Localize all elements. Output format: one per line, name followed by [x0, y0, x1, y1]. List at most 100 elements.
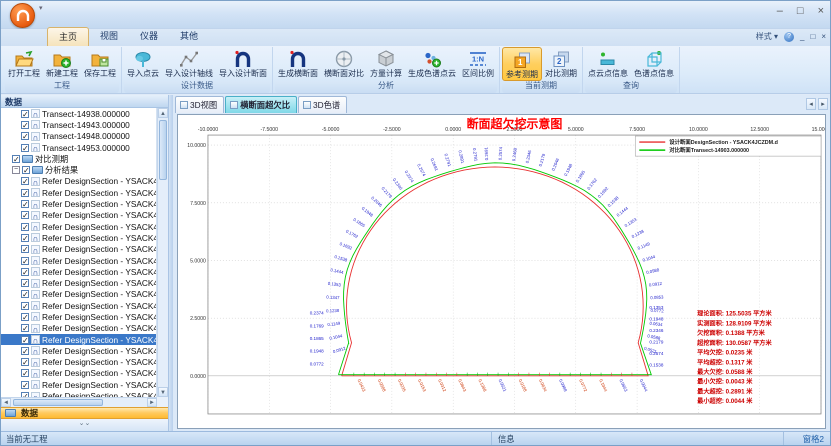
collapse-chevron-icon[interactable]: ⌄⌄	[79, 420, 91, 427]
tree-item[interactable]: ✓∩Refer DesignSection - YSACK4JCZDI	[1, 255, 156, 266]
ribbon-tab-3[interactable]: 仪器	[129, 27, 169, 46]
checkbox-checked-icon[interactable]: ✓	[21, 234, 29, 242]
checkbox-checked-icon[interactable]: ✓	[21, 223, 29, 231]
checkbox-checked-icon[interactable]: ✓	[21, 302, 29, 310]
tree-item[interactable]: ✓∩Refer DesignSection - YSACK4JCZDI	[1, 187, 156, 198]
checkbox-checked-icon[interactable]: ✓	[21, 290, 29, 298]
checkbox-checked-icon[interactable]: ✓	[21, 279, 29, 287]
ribbon-close-icon[interactable]: ×	[821, 32, 826, 41]
tree-item[interactable]: ✓对比测期	[1, 153, 156, 164]
tree-item[interactable]: ✓∩Transect-14953.000000	[1, 142, 156, 153]
maximize-button[interactable]: □	[797, 5, 804, 17]
tree-item[interactable]: ✓∩Refer DesignSection - YSACK4JCZDI	[1, 289, 156, 300]
checkbox-checked-icon[interactable]: ✓	[21, 189, 29, 197]
tree-item[interactable]: ✓∩Transect-14948.000000	[1, 131, 156, 142]
ribbon-button-横断面对比[interactable]: 横断面对比	[321, 47, 367, 79]
checkbox-checked-icon[interactable]: ✓	[21, 245, 29, 253]
scroll-right-icon[interactable]: ►	[147, 398, 157, 407]
checkbox-checked-icon[interactable]: ✓	[21, 177, 29, 185]
ribbon-button-导入设计断面[interactable]: 导入设计断面	[216, 47, 270, 79]
ribbon-tab-4[interactable]: 其他	[169, 27, 209, 46]
panel-collapse-strip[interactable]: ⌄⌄	[1, 419, 168, 431]
ribbon-button-对比测期[interactable]: 2对比测期	[542, 47, 580, 79]
tree-vertical-scrollbar[interactable]: ▲ ▼	[157, 108, 168, 397]
tree-item[interactable]: ✓∩Refer DesignSection - YSACK4JCZDI	[1, 390, 156, 397]
cross-section-chart[interactable]: -10.0000-7.5000-5.0000-2.50000.00002.500…	[177, 114, 826, 429]
tree-item[interactable]: ✓∩Transect-14938.000000	[1, 108, 156, 119]
minimize-button[interactable]: –	[777, 5, 783, 17]
checkbox-checked-icon[interactable]: ✓	[21, 110, 29, 118]
checkbox-checked-icon[interactable]: ✓	[21, 121, 29, 129]
ribbon-button-打开工程[interactable]: 打开工程	[5, 47, 43, 79]
collapse-box-icon[interactable]: −	[12, 166, 20, 174]
tree-item[interactable]: ✓∩Refer DesignSection - YSACK4JCZDI	[1, 368, 156, 379]
checkbox-checked-icon[interactable]: ✓	[22, 166, 30, 174]
ribbon-button-色谱点信息[interactable]: 色谱点信息	[631, 47, 677, 79]
checkbox-checked-icon[interactable]: ✓	[21, 381, 29, 389]
checkbox-checked-icon[interactable]: ✓	[21, 313, 29, 321]
ribbon-button-保存工程[interactable]: 保存工程	[81, 47, 119, 79]
quick-access-dropdown-icon[interactable]: ▾	[39, 4, 43, 12]
checkbox-checked-icon[interactable]: ✓	[21, 132, 29, 140]
scroll-left-icon[interactable]: ◄	[1, 398, 11, 407]
checkbox-checked-icon[interactable]: ✓	[21, 268, 29, 276]
tree-item[interactable]: ✓∩Refer DesignSection - YSACK4JCZDI	[1, 334, 156, 345]
checkbox-checked-icon[interactable]: ✓	[21, 324, 29, 332]
checkbox-checked-icon[interactable]: ✓	[21, 369, 29, 377]
tab-scroll-right-icon[interactable]: ▸	[818, 98, 828, 110]
doc-tab-3[interactable]: 3D色谱	[298, 96, 347, 113]
ribbon-tab-1[interactable]: 主页	[47, 27, 89, 46]
tree-item[interactable]: ✓∩Refer DesignSection - YSACK4JCZDI	[1, 300, 156, 311]
tree-horizontal-scrollbar[interactable]: ◄ ►	[1, 397, 157, 407]
tree-item[interactable]: ✓∩Refer DesignSection - YSACK4JCZDI	[1, 210, 156, 221]
tree-item[interactable]: ✓∩Refer DesignSection - YSACK4JCZDI	[1, 345, 156, 356]
checkbox-checked-icon[interactable]: ✓	[21, 347, 29, 355]
tree-item[interactable]: ✓∩Refer DesignSection - YSACK4JCZDI	[1, 357, 156, 368]
tree-item[interactable]: ✓∩Refer DesignSection - YSACK4JCZDI	[1, 244, 156, 255]
ribbon-button-导入点云[interactable]: 导入点云	[124, 47, 162, 79]
checkbox-checked-icon[interactable]: ✓	[12, 155, 20, 163]
checkbox-checked-icon[interactable]: ✓	[21, 211, 29, 219]
doc-tab-1[interactable]: 3D视图	[175, 96, 224, 113]
tree-item[interactable]: ✓∩Refer DesignSection - YSACK4JCZDI	[1, 311, 156, 322]
doc-tab-2[interactable]: 横断面超欠比	[225, 96, 297, 113]
ribbon-tab-2[interactable]: 视图	[89, 27, 129, 46]
tree-item[interactable]: ✓∩Refer DesignSection - YSACK4JCZDI	[1, 266, 156, 277]
tree-item[interactable]: ✓∩Refer DesignSection - YSACK4JCZDI	[1, 176, 156, 187]
tree-item[interactable]: ✓∩Refer DesignSection - YSACK4JCZDI	[1, 198, 156, 209]
ribbon-button-导入设计轴线[interactable]: 导入设计轴线	[162, 47, 216, 79]
tree-item[interactable]: ✓∩Refer DesignSection - YSACK4JCZDI	[1, 323, 156, 334]
style-dropdown[interactable]: 样式 ▾	[756, 31, 778, 42]
tab-scroll-left-icon[interactable]: ◂	[806, 98, 816, 110]
tree-item[interactable]: ✓∩Refer DesignSection - YSACK4JCZDI	[1, 379, 156, 390]
ribbon-button-生成色谱点云[interactable]: 生成色谱点云	[405, 47, 459, 79]
tree-item[interactable]: ✓∩Refer DesignSection - YSACK4JCZDI	[1, 277, 156, 288]
app-logo-icon[interactable]	[10, 3, 35, 28]
tree-item[interactable]: ✓∩Transect-14943.000000	[1, 119, 156, 130]
sidebar-panel-data-button[interactable]: 数据	[1, 407, 168, 419]
scroll-thumb[interactable]	[13, 399, 103, 406]
ribbon-button-新建工程[interactable]: 新建工程	[43, 47, 81, 79]
tree-item[interactable]: ✓∩Refer DesignSection - YSACK4JCZDI	[1, 232, 156, 243]
tree-item[interactable]: ✓∩Refer DesignSection - YSACK4JCZDI	[1, 221, 156, 232]
checkbox-checked-icon[interactable]: ✓	[21, 358, 29, 366]
checkbox-checked-icon[interactable]: ✓	[21, 200, 29, 208]
tree-item[interactable]: −✓分析结果	[1, 164, 156, 175]
ribbon-button-方量计算[interactable]: 方量计算	[367, 47, 405, 79]
checkbox-checked-icon[interactable]: ✓	[21, 257, 29, 265]
scroll-up-icon[interactable]: ▲	[158, 108, 168, 118]
ribbon-button-点云点信息[interactable]: 点云点信息	[585, 47, 631, 79]
ribbon-restore-icon[interactable]: □	[810, 32, 815, 41]
ratio-icon: 1:N	[467, 48, 489, 69]
status-pane[interactable]: 窗格2	[803, 433, 824, 445]
ribbon-button-参考测期[interactable]: 1参考测期	[502, 47, 542, 81]
checkbox-checked-icon[interactable]: ✓	[21, 336, 29, 344]
ribbon-minimize-icon[interactable]: _	[800, 32, 804, 41]
ribbon-button-生成横断面[interactable]: 生成横断面	[275, 47, 321, 79]
scroll-thumb[interactable]	[159, 120, 167, 180]
close-button[interactable]: ×	[818, 5, 824, 17]
scroll-down-icon[interactable]: ▼	[158, 387, 168, 397]
checkbox-checked-icon[interactable]: ✓	[21, 144, 29, 152]
ribbon-button-区间比例[interactable]: 1:N区间比例	[459, 47, 497, 79]
help-icon[interactable]: ?	[784, 32, 794, 42]
